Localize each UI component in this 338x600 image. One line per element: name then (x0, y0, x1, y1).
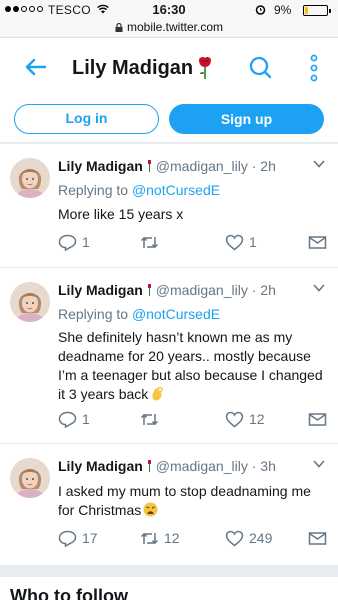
rose-icon (199, 56, 211, 79)
tweet-time[interactable]: 2h (260, 282, 276, 298)
chevron-down-icon[interactable] (313, 284, 325, 292)
lock-icon (115, 23, 123, 32)
reply-icon (58, 234, 77, 251)
tweet-author-name[interactable]: Lily Madigan (58, 158, 143, 174)
replying-to: Replying to @notCursedE (58, 306, 220, 322)
separator: · (251, 158, 257, 174)
tweet-actions: 17 12 249 (58, 528, 328, 548)
reply-icon (58, 411, 77, 428)
tweet-header: Lily Madigan @madigan_lily · 2h (58, 158, 276, 174)
weary-face-icon (143, 502, 158, 517)
reply-button[interactable]: 17 (58, 528, 98, 548)
dm-button[interactable] (308, 409, 332, 429)
search-icon[interactable] (248, 55, 272, 79)
retweet-icon (140, 532, 159, 544)
tweet-text: More like 15 years x (58, 205, 323, 224)
tweet-handle[interactable]: @madigan_lily (156, 158, 248, 174)
like-button[interactable]: 1 (225, 232, 257, 252)
status-bar: TESCO 16:30 9% (0, 0, 338, 20)
tweet-time[interactable]: 2h (260, 158, 276, 174)
tweet-actions: 1 12 (58, 409, 328, 429)
like-count: 1 (249, 234, 257, 250)
reply-to-link[interactable]: @notCursedE (132, 306, 220, 322)
retweet-icon (140, 413, 159, 425)
avatar[interactable] (10, 282, 50, 322)
reply-count: 1 (82, 411, 90, 427)
ok-hand-icon (152, 386, 164, 401)
reply-count: 17 (82, 530, 98, 546)
profile-header: Lily Madigan (0, 39, 338, 97)
url-bar[interactable]: mobile.twitter.com (0, 20, 338, 38)
like-count: 12 (249, 411, 265, 427)
tweet[interactable]: Lily Madigan @madigan_lily · 2h Replying … (0, 267, 338, 443)
back-arrow-icon[interactable] (24, 58, 46, 76)
dm-button[interactable] (308, 528, 332, 548)
rose-icon (147, 284, 151, 296)
alarm-icon (255, 5, 266, 15)
like-count: 249 (249, 530, 273, 546)
separator: · (251, 458, 257, 474)
more-vertical-icon[interactable] (309, 54, 319, 82)
rose-icon (147, 460, 151, 472)
tweet-author-name[interactable]: Lily Madigan (58, 458, 143, 474)
retweet-button[interactable]: 12 (140, 528, 180, 548)
reply-button[interactable]: 1 (58, 409, 90, 429)
retweet-button[interactable] (140, 232, 164, 252)
reply-to-link[interactable]: @notCursedE (132, 182, 220, 198)
tweet-handle[interactable]: @madigan_lily (156, 282, 248, 298)
who-to-follow-heading: Who to follow (10, 586, 128, 600)
tweet-text-content: More like 15 years x (58, 206, 184, 222)
tweet-author-name[interactable]: Lily Madigan (58, 282, 143, 298)
tweet-text: I asked my mum to stop deadnaming me for… (58, 482, 313, 520)
tweet-text-content: I asked my mum to stop deadnaming me for… (58, 483, 311, 518)
avatar[interactable] (10, 158, 50, 198)
reply-button[interactable]: 1 (58, 232, 90, 252)
tweet-text-content: She definitely hasn’t known me as my dea… (58, 329, 323, 402)
chevron-down-icon[interactable] (313, 460, 325, 468)
tweet-time[interactable]: 3h (260, 458, 276, 474)
login-button[interactable]: Log in (14, 104, 159, 134)
replying-label: Replying to (58, 182, 129, 198)
section-divider (0, 565, 338, 577)
tweet-header: Lily Madigan @madigan_lily · 3h (58, 458, 276, 474)
envelope-icon (308, 531, 327, 545)
tweet[interactable]: Lily Madigan @madigan_lily · 3h I asked m… (0, 443, 338, 565)
replying-to: Replying to @notCursedE (58, 182, 220, 198)
url-text: mobile.twitter.com (126, 20, 224, 34)
envelope-icon (308, 412, 327, 426)
tweet-header: Lily Madigan @madigan_lily · 2h (58, 282, 276, 298)
reply-count: 1 (82, 234, 90, 250)
envelope-icon (308, 235, 327, 249)
separator: · (251, 282, 257, 298)
retweet-button[interactable] (140, 409, 164, 429)
heart-icon (225, 411, 244, 427)
heart-icon (225, 234, 244, 250)
reply-icon (58, 530, 77, 547)
like-button[interactable]: 249 (225, 528, 272, 548)
chevron-down-icon[interactable] (313, 160, 325, 168)
tweet-handle[interactable]: @madigan_lily (156, 458, 248, 474)
like-button[interactable]: 12 (225, 409, 265, 429)
battery-percent: 9% (274, 3, 292, 17)
heart-icon (225, 530, 244, 546)
avatar[interactable] (10, 458, 50, 498)
tweet-text: She definitely hasn’t known me as my dea… (58, 328, 326, 404)
who-to-follow-section: Who to follow (0, 577, 338, 600)
retweet-count: 12 (164, 530, 180, 546)
retweet-icon (140, 236, 159, 248)
page-title: Lily Madigan (72, 57, 194, 79)
replying-label: Replying to (58, 306, 129, 322)
rose-icon (147, 160, 151, 172)
auth-bar: Log in Sign up (0, 97, 338, 143)
tweet[interactable]: Lily Madigan @madigan_lily · 2h Replying … (0, 143, 338, 267)
tweet-actions: 1 1 (58, 232, 328, 252)
battery-icon (303, 5, 331, 16)
dm-button[interactable] (308, 232, 332, 252)
signup-button[interactable]: Sign up (169, 104, 324, 134)
